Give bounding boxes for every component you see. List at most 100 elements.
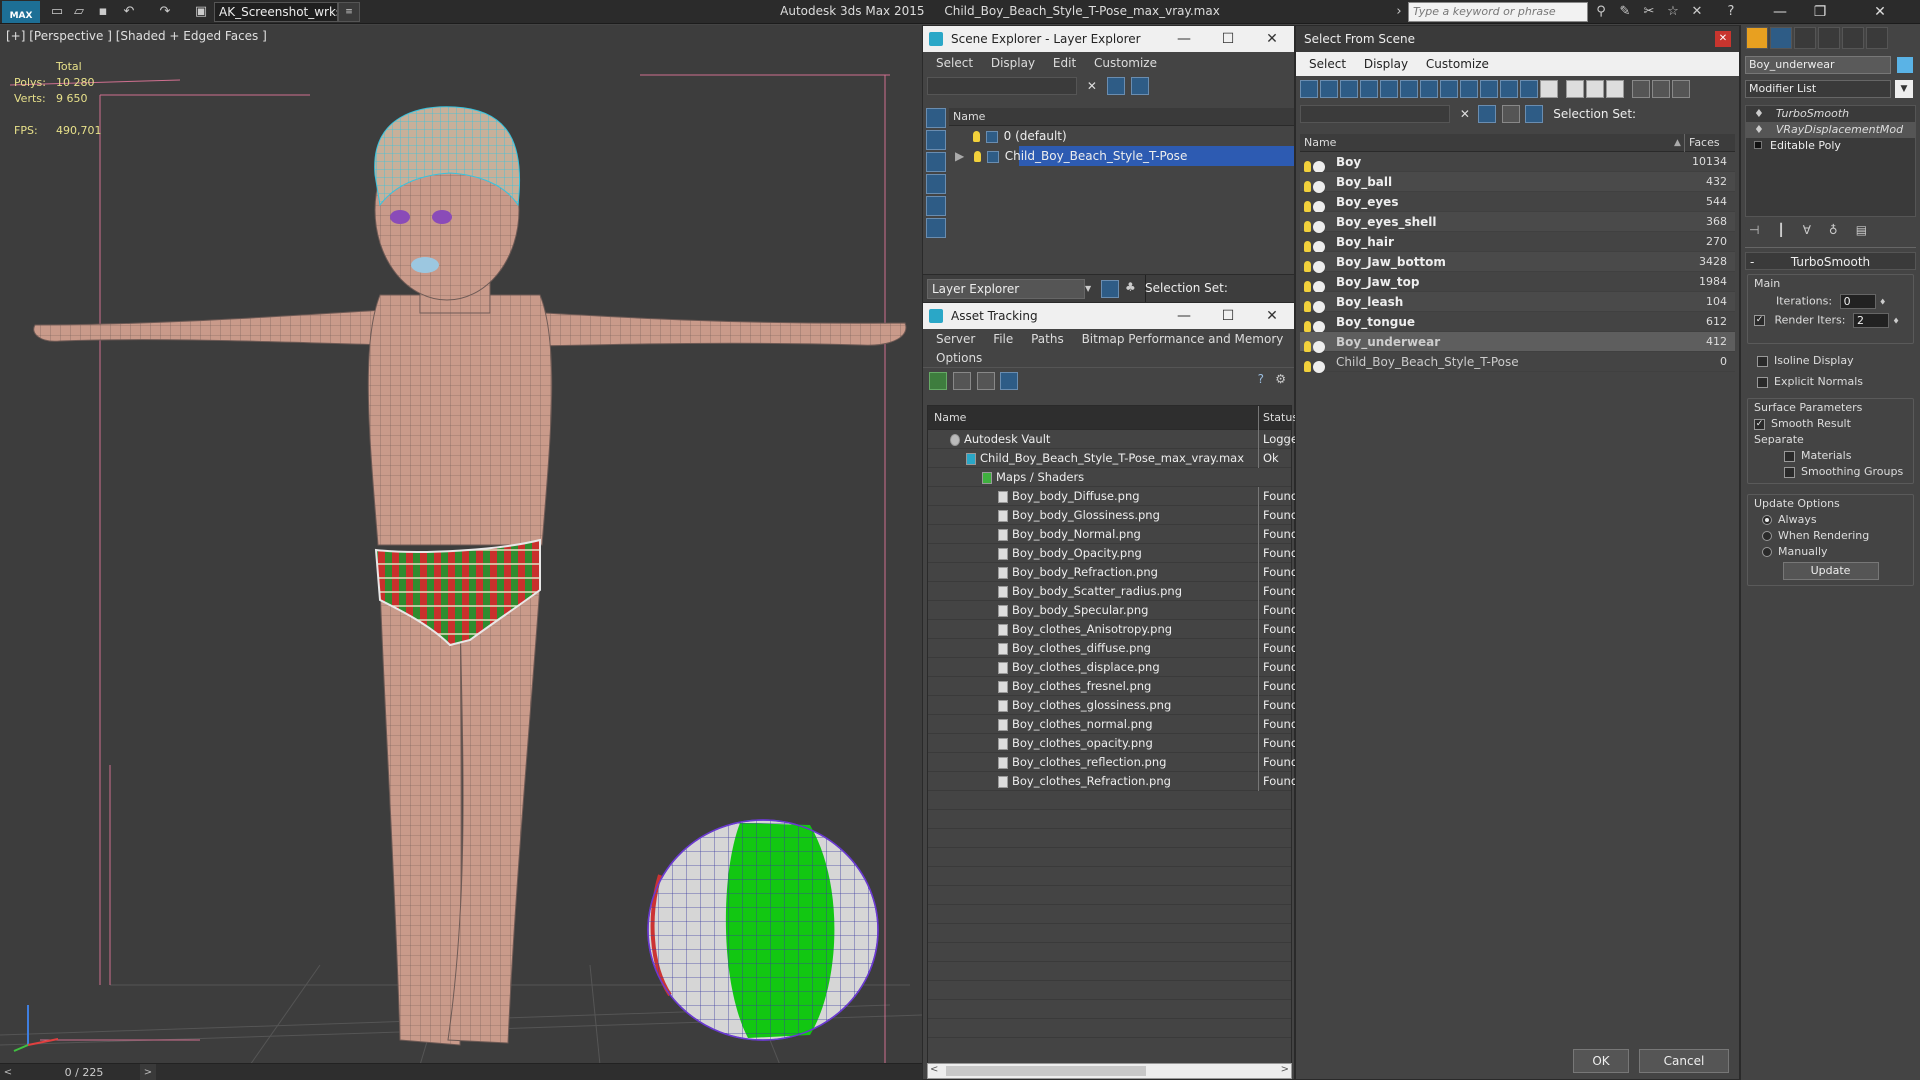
display-shapes-icon[interactable] xyxy=(926,196,946,216)
when-rendering-row[interactable]: When Rendering xyxy=(1754,529,1907,542)
scroll-right-icon[interactable]: > xyxy=(1281,1064,1289,1075)
filter-spacewarps-icon[interactable] xyxy=(1400,80,1418,98)
minimize-icon[interactable]: — xyxy=(1162,303,1206,329)
bulb-icon[interactable] xyxy=(973,131,980,142)
asset-row[interactable]: Boy_clothes_Refraction.png Found xyxy=(928,772,1298,791)
ok-button[interactable]: OK xyxy=(1573,1049,1629,1073)
asset-tracking-titlebar[interactable]: Asset Tracking — ☐ ✕ xyxy=(923,303,1294,329)
sfs-titlebar[interactable]: Select From Scene ✕ xyxy=(1296,26,1739,52)
manually-radio[interactable] xyxy=(1762,547,1772,557)
menu-display[interactable]: Display xyxy=(991,56,1035,70)
object-color-swatch[interactable] xyxy=(1897,57,1913,73)
asset-row[interactable]: Boy_body_Diffuse.png Found xyxy=(928,487,1298,506)
filter-xrefs-icon[interactable] xyxy=(1440,80,1458,98)
render-iters-checkbox[interactable]: ✓ xyxy=(1754,315,1765,326)
menu-options[interactable]: Options xyxy=(936,351,982,365)
bulb-icon[interactable]: ♦ xyxy=(1754,107,1764,120)
bulb-icon[interactable] xyxy=(1304,201,1311,212)
smoothing-groups-checkbox[interactable] xyxy=(1784,466,1795,478)
layer-icon[interactable] xyxy=(1501,105,1520,123)
dropdown-arrow-icon[interactable]: ▼ xyxy=(1085,279,1099,299)
asset-row[interactable]: Boy_clothes_glossiness.png Found xyxy=(928,696,1298,715)
asset-row[interactable]: Boy_clothes_normal.png Found xyxy=(928,715,1298,734)
create-tab-icon[interactable] xyxy=(1746,27,1768,49)
sort-asc-icon[interactable]: ▲ xyxy=(1674,134,1681,152)
asset-row[interactable]: Boy_body_Opacity.png Found xyxy=(928,544,1298,563)
bulb-icon[interactable] xyxy=(1304,301,1311,312)
render-iters-spinner[interactable]: 2 xyxy=(1852,313,1889,328)
object-row[interactable]: Boy_tongue 612 xyxy=(1300,312,1735,333)
asset-row[interactable]: Child_Boy_Beach_Style_T-Pose_max_vray.ma… xyxy=(928,449,1291,468)
menu-paths[interactable]: Paths xyxy=(1031,332,1064,346)
col-faces-header[interactable]: Faces xyxy=(1684,134,1734,152)
materials-checkbox[interactable] xyxy=(1784,450,1795,462)
hierarchy-tab-icon[interactable] xyxy=(1794,27,1816,49)
modify-tab-icon[interactable] xyxy=(1770,27,1792,49)
help-icon[interactable]: ? xyxy=(1258,372,1264,386)
stack-item[interactable]: ♦ VRayDisplacementMod xyxy=(1746,122,1915,138)
stack-item[interactable]: Editable Poly xyxy=(1746,138,1915,154)
modifier-list-dropdown[interactable]: Modifier List xyxy=(1745,80,1891,98)
collapse-icon[interactable] xyxy=(1672,80,1690,98)
menu-select[interactable]: Select xyxy=(936,56,973,70)
rollout-header[interactable]: - TurboSmooth xyxy=(1745,252,1916,270)
exchange-icon[interactable]: ✕ xyxy=(1688,3,1706,21)
display-tab-icon[interactable] xyxy=(1842,27,1864,49)
display-geometry-icon[interactable] xyxy=(926,174,946,194)
scene-explorer-titlebar[interactable]: Scene Explorer - Layer Explorer — ☐ ✕ xyxy=(923,26,1294,52)
motion-tab-icon[interactable] xyxy=(1818,27,1840,49)
help-icon[interactable]: ? xyxy=(1722,3,1740,21)
bulb-icon[interactable] xyxy=(1304,181,1311,192)
configure-sets-icon[interactable]: ▤ xyxy=(1856,223,1867,237)
object-row[interactable]: Boy_Jaw_bottom 3428 xyxy=(1300,252,1735,273)
filter-frozen-icon[interactable] xyxy=(1500,80,1518,98)
filter-icon[interactable] xyxy=(1477,105,1496,123)
expand-arrow-icon[interactable]: ▶ xyxy=(955,149,964,163)
filter-shapes-icon[interactable] xyxy=(1320,80,1338,98)
filter-all-icon[interactable] xyxy=(1540,80,1558,98)
stack-item[interactable]: ♦ TurboSmooth xyxy=(1746,106,1915,122)
smooth-result-row[interactable]: ✓ Smooth Result xyxy=(1754,417,1907,430)
always-row[interactable]: Always xyxy=(1754,513,1907,526)
table-view-icon[interactable] xyxy=(1000,372,1019,390)
layer-row-selected[interactable]: ▶ Child_Boy_Beach_Style_T-Pose xyxy=(949,146,1294,166)
tools-icon[interactable]: ✎ xyxy=(1616,3,1634,21)
col-status-header[interactable]: Status xyxy=(1258,406,1298,430)
show-end-result-icon[interactable]: ┃ xyxy=(1777,223,1784,237)
asset-row[interactable]: Boy_body_Scatter_radius.png Found xyxy=(928,582,1298,601)
asset-row[interactable]: Boy_body_Glossiness.png Found xyxy=(928,506,1298,525)
remove-modifier-icon[interactable]: ♁ xyxy=(1829,223,1838,237)
refresh-icon[interactable] xyxy=(929,372,947,390)
asset-row[interactable]: Maps / Shaders xyxy=(928,468,1291,487)
beach-ball-model[interactable] xyxy=(647,819,879,1041)
open-file-icon[interactable]: ▱ xyxy=(70,3,88,21)
expand-box-icon[interactable] xyxy=(1754,141,1762,149)
sfs-find-field[interactable] xyxy=(1300,105,1450,123)
filter-cameras-icon[interactable] xyxy=(1360,80,1378,98)
hierarchy-icon[interactable] xyxy=(1525,105,1544,123)
layer-list-header[interactable]: Name xyxy=(949,108,1294,126)
object-row[interactable]: Boy_eyes 544 xyxy=(1300,192,1735,213)
display-invert-icon[interactable] xyxy=(926,152,946,172)
filter-funnel-icon[interactable] xyxy=(1632,80,1650,98)
asset-row[interactable]: Boy_clothes_fresnel.png Found xyxy=(928,677,1298,696)
display-none-icon[interactable] xyxy=(926,108,946,128)
menu-display[interactable]: Display xyxy=(1364,57,1408,71)
explicit-normals-row[interactable]: Explicit Normals xyxy=(1757,375,1916,388)
isoline-checkbox[interactable] xyxy=(1757,355,1768,367)
select-all-icon[interactable] xyxy=(1566,80,1584,98)
filter-groups-icon[interactable] xyxy=(1420,80,1438,98)
display-lights-icon[interactable] xyxy=(926,218,946,238)
object-row[interactable]: Boy_Jaw_top 1984 xyxy=(1300,272,1735,293)
object-row[interactable]: Boy_underwear 412 xyxy=(1300,332,1735,353)
smooth-result-checkbox[interactable]: ✓ xyxy=(1754,418,1765,430)
select-none-icon[interactable] xyxy=(1586,80,1604,98)
object-row[interactable]: Boy_leash 104 xyxy=(1300,292,1735,313)
explorer-type-dropdown[interactable]: Layer Explorer xyxy=(927,279,1085,299)
col-name-header[interactable]: Name xyxy=(1304,134,1336,152)
perspective-viewport[interactable]: [+] [Perspective ] [Shaded + Edged Faces… xyxy=(0,25,922,1080)
restore-icon[interactable]: ❐ xyxy=(1800,2,1840,22)
connect-icon[interactable]: ✂ xyxy=(1640,3,1658,21)
menu-server[interactable]: Server xyxy=(936,332,975,346)
menu-select[interactable]: Select xyxy=(1309,57,1346,71)
